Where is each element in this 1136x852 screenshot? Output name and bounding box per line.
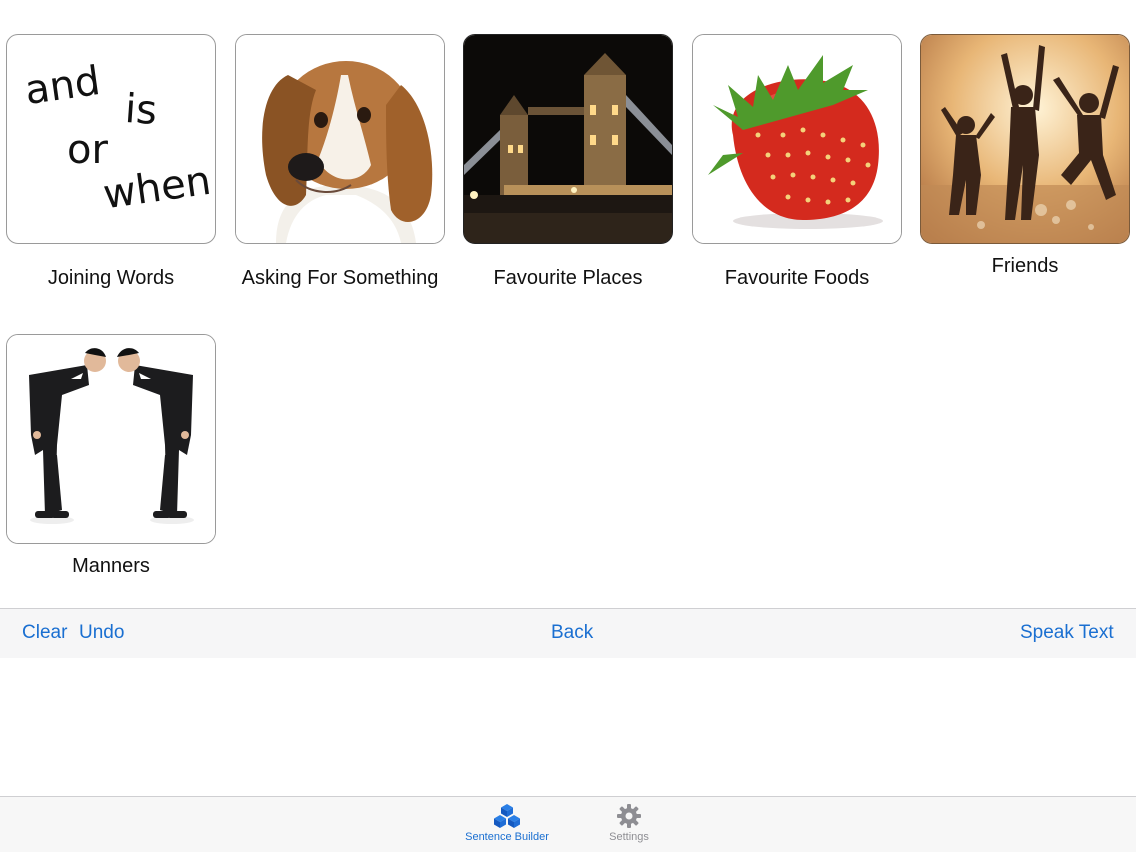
tile-label: Favourite Foods <box>724 267 870 289</box>
tab-label: Sentence Builder <box>465 831 549 843</box>
bowing-men-image <box>6 334 216 544</box>
tile-label: Joining Words <box>47 267 175 289</box>
strawberry-image <box>692 34 902 244</box>
word-is: is <box>123 85 159 135</box>
tile-label: Manners <box>72 555 150 577</box>
gear-icon <box>617 804 641 828</box>
tab-sentence-builder[interactable]: Sentence Builder <box>452 803 562 843</box>
tile-label: Asking For Something <box>241 267 439 289</box>
tile-label: Friends <box>991 255 1059 277</box>
sentence-toolbar: Clear Undo Back Speak Text <box>0 608 1136 658</box>
cubes-icon <box>494 804 520 828</box>
undo-button[interactable]: Undo <box>79 622 124 644</box>
word-and: and <box>22 57 104 115</box>
clear-button[interactable]: Clear <box>22 622 67 644</box>
sentence-area[interactable] <box>0 658 1136 796</box>
tab-label: Settings <box>609 831 649 843</box>
friends-image <box>920 34 1130 244</box>
tab-settings[interactable]: Settings <box>574 803 684 843</box>
word-or: or <box>67 127 108 173</box>
word-when: when <box>100 157 214 219</box>
tab-bar: Sentence Builder Settings <box>0 796 1136 852</box>
joining-words-image: and is or when <box>6 34 216 244</box>
tower-bridge-image <box>463 34 673 244</box>
beagle-image <box>235 34 445 244</box>
back-button[interactable]: Back <box>551 622 593 644</box>
speak-text-button[interactable]: Speak Text <box>1020 622 1114 644</box>
tile-label: Favourite Places <box>493 267 643 289</box>
